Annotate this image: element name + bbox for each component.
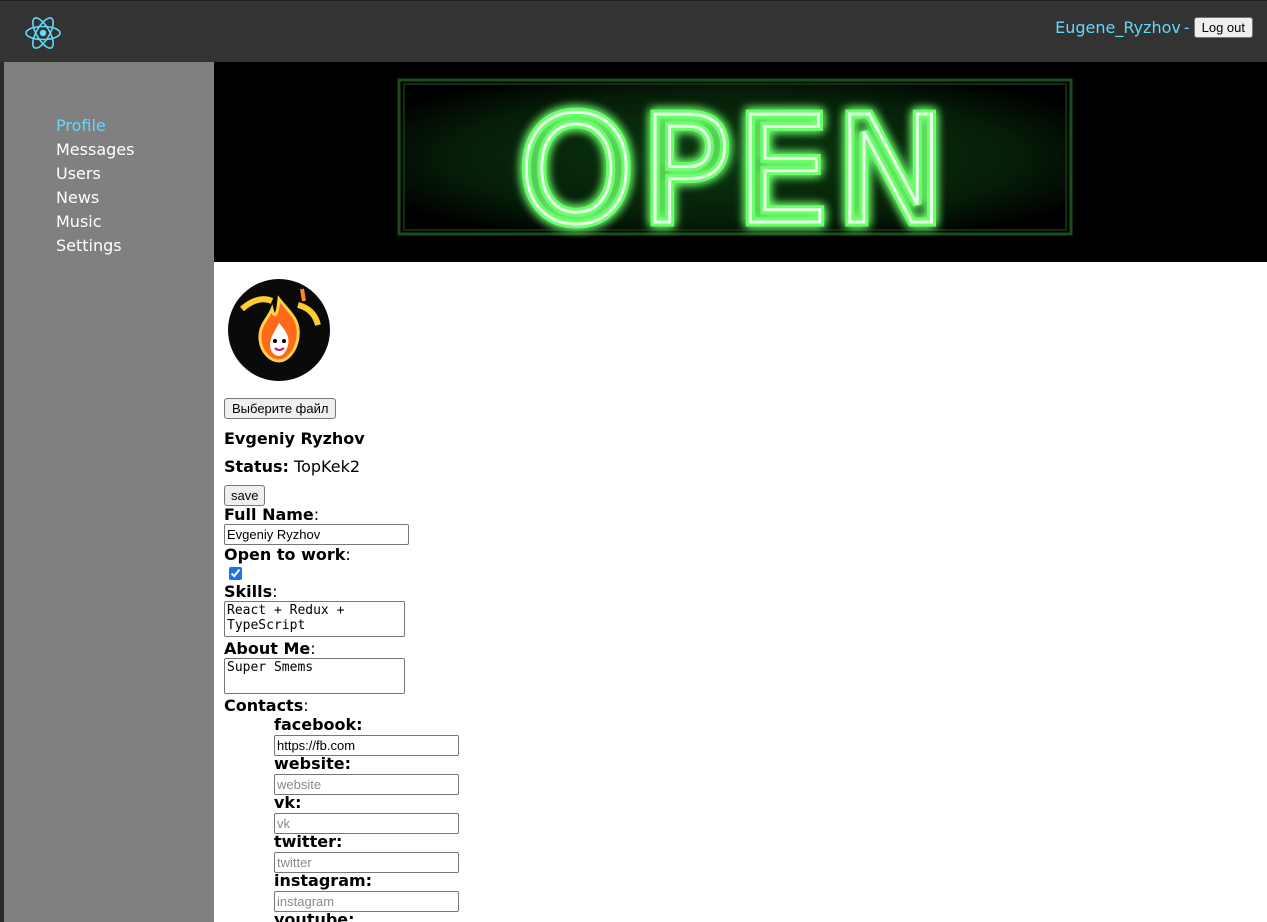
sidebar-item-music[interactable]: Music [56, 210, 134, 234]
contact-input-instagram[interactable] [274, 891, 459, 912]
contact-input-facebook[interactable] [274, 735, 459, 756]
svg-text:OPEN: OPEN [518, 85, 952, 257]
logout-button[interactable]: Log out [1193, 17, 1253, 38]
status-line: Status: TopKek2 [224, 457, 360, 476]
contact-label-instagram: instagram: [274, 871, 373, 890]
banner-image: OPEN OPEN [214, 62, 1267, 262]
contact-label-twitter: twitter: [274, 832, 343, 851]
username-separator: - [1183, 18, 1190, 37]
contact-label-facebook: facebook: [274, 715, 363, 734]
login-block: Eugene_Ryzhov - Log out [1055, 17, 1253, 38]
status-value[interactable]: TopKek2 [294, 457, 360, 476]
main-content: OPEN OPEN Выберите файл Evgeniy Ryzhov S… [214, 62, 1267, 922]
sidebar: Profile Messages Users News Music Settin… [4, 62, 214, 922]
about-me-textarea[interactable]: Super Smems [224, 658, 405, 694]
contacts-list: facebook: website: vk: twitter: instagra… [274, 715, 724, 922]
flame-avatar-icon [229, 280, 329, 380]
sidebar-item-settings[interactable]: Settings [56, 234, 134, 258]
open-neon-sign-icon: OPEN OPEN [397, 78, 1073, 262]
profile-full-name: Evgeniy Ryzhov [224, 429, 365, 448]
contacts-label: Contacts: [224, 696, 309, 715]
about-me-label: About Me: [224, 639, 316, 658]
avatar [228, 279, 330, 381]
sidebar-item-profile[interactable]: Profile [56, 114, 134, 138]
skills-label: Skills: [224, 582, 278, 601]
profile-form: Full Name: Open to work: Skills: React +… [224, 505, 724, 922]
sidebar-item-news[interactable]: News [56, 186, 134, 210]
save-button[interactable]: save [224, 485, 266, 506]
contact-input-website[interactable] [274, 774, 459, 795]
contact-label-youtube: youtube: [274, 910, 355, 922]
contact-input-vk[interactable] [274, 813, 459, 834]
sidebar-item-users[interactable]: Users [56, 162, 134, 186]
skills-textarea[interactable]: React + Redux + TypeScript [224, 601, 405, 637]
react-logo-icon [25, 17, 61, 49]
username-link[interactable]: Eugene_Ryzhov [1055, 18, 1181, 37]
status-label: Status: [224, 457, 289, 476]
sidebar-item-messages[interactable]: Messages [56, 138, 134, 162]
full-name-input[interactable] [224, 524, 409, 545]
open-to-work-checkbox[interactable] [229, 567, 242, 580]
sidebar-nav: Profile Messages Users News Music Settin… [56, 114, 134, 258]
header: Eugene_Ryzhov - Log out [0, 0, 1267, 62]
contact-label-website: website: [274, 754, 351, 773]
choose-file-button[interactable]: Выберите файл [224, 398, 337, 419]
full-name-label: Full Name: [224, 505, 320, 524]
contact-input-twitter[interactable] [274, 852, 459, 873]
open-to-work-label: Open to work: [224, 545, 351, 564]
contact-label-vk: vk: [274, 793, 302, 812]
